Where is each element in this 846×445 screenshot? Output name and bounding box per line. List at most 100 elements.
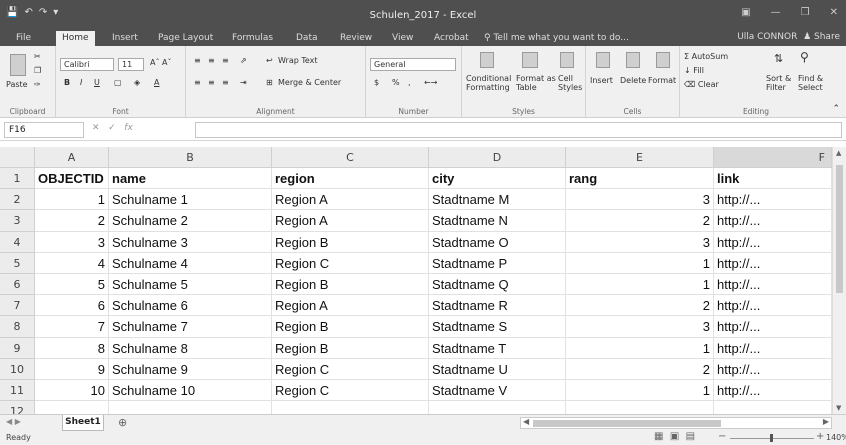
tab-acrobat[interactable]: Acrobat	[428, 31, 475, 46]
table-cell[interactable]: 2	[566, 295, 714, 317]
align-right-icon[interactable]: ≡	[222, 78, 229, 87]
table-cell[interactable]: Stadtname S	[429, 316, 566, 338]
zoom-out-icon[interactable]: −	[718, 431, 726, 442]
align-center-icon[interactable]: ≡	[208, 78, 215, 87]
table-cell[interactable]: 3	[566, 316, 714, 338]
merge-icon[interactable]: ⊞	[266, 78, 273, 87]
hscroll-thumb[interactable]	[533, 420, 721, 427]
insert-button[interactable]: Insert	[590, 76, 613, 85]
cut-icon[interactable]: ✂	[34, 52, 41, 61]
table-cell[interactable]: 1	[566, 337, 714, 359]
table-cell[interactable]: Region B	[272, 274, 429, 296]
tab-file[interactable]: File	[10, 31, 37, 46]
maximize-icon[interactable]: ❐	[801, 7, 810, 18]
table-cell[interactable]: 4	[35, 252, 109, 274]
table-cell[interactable]: Stadtname T	[429, 337, 566, 359]
table-cell[interactable]: http://...	[714, 210, 832, 232]
table-cell[interactable]: Schulname 8	[109, 337, 272, 359]
tab-insert[interactable]: Insert	[106, 31, 144, 46]
name-box[interactable]: F16	[4, 122, 84, 138]
table-cell[interactable]: Stadtname N	[429, 210, 566, 232]
grow-font-icon[interactable]: Aˆ Aˇ	[150, 58, 172, 67]
table-cell[interactable]: 6	[35, 295, 109, 317]
comma-button[interactable]: ,	[408, 78, 411, 87]
tab-review[interactable]: Review	[334, 31, 378, 46]
table-cell[interactable]: Stadtname V	[429, 380, 566, 402]
row-header[interactable]: 3	[0, 210, 35, 232]
font-color-icon[interactable]: A	[154, 78, 159, 87]
align-left-icon[interactable]: ≡	[194, 78, 201, 87]
formula-input[interactable]	[195, 122, 842, 138]
function-icon[interactable]: fx	[124, 123, 133, 133]
align-bottom-icon[interactable]: ≡	[222, 56, 229, 65]
row-header[interactable]: 11	[0, 380, 35, 402]
table-cell[interactable]: 3	[566, 231, 714, 253]
header-cell[interactable]: city	[429, 168, 566, 190]
insert-cells-icon[interactable]	[596, 52, 610, 68]
tab-page-layout[interactable]: Page Layout	[152, 31, 219, 46]
column-header-a[interactable]: A	[35, 147, 109, 168]
format-painter-icon[interactable]: ✑	[34, 80, 41, 89]
paste-icon[interactable]	[10, 54, 26, 76]
align-middle-icon[interactable]: ≡	[208, 56, 215, 65]
table-cell[interactable]: http://...	[714, 295, 832, 317]
close-icon[interactable]: ✕	[830, 7, 838, 18]
tab-home[interactable]: Home	[56, 31, 95, 46]
column-header-c[interactable]: C	[272, 147, 429, 168]
delete-button[interactable]: Delete	[620, 76, 646, 85]
sheet-nav-icon[interactable]: ◀ ▶	[6, 417, 21, 426]
cell-styles-icon[interactable]	[560, 52, 574, 68]
zoom-slider-thumb[interactable]	[770, 434, 773, 442]
table-cell[interactable]: http://...	[714, 380, 832, 402]
header-cell[interactable]: name	[109, 168, 272, 190]
table-cell[interactable]: 3	[35, 231, 109, 253]
table-cell[interactable]: Schulname 3	[109, 231, 272, 253]
ribbon-display-icon[interactable]: ▣	[741, 7, 750, 18]
table-cell[interactable]: Schulname 2	[109, 210, 272, 232]
find-select-button[interactable]: Find & Select	[798, 74, 823, 92]
table-cell[interactable]: 9	[35, 358, 109, 380]
header-cell[interactable]: OBJECTID	[35, 168, 109, 190]
scroll-thumb[interactable]	[836, 165, 843, 293]
minimize-icon[interactable]: —	[771, 7, 781, 18]
table-cell[interactable]: Stadtname U	[429, 358, 566, 380]
table-cell[interactable]: Region B	[272, 231, 429, 253]
cell-styles-button[interactable]: Cell Styles	[558, 74, 582, 92]
zoom-level[interactable]: 140%	[826, 433, 846, 442]
tab-formulas[interactable]: Formulas	[226, 31, 279, 46]
column-header-b[interactable]: B	[109, 147, 272, 168]
collapse-ribbon-icon[interactable]: ⌃	[832, 104, 840, 114]
table-cell[interactable]: http://...	[714, 337, 832, 359]
table-cell[interactable]: 7	[35, 316, 109, 338]
table-cell[interactable]: http://...	[714, 252, 832, 274]
row-header[interactable]: 10	[0, 358, 35, 380]
font-size-select[interactable]: 11	[118, 58, 144, 71]
table-cell[interactable]: Region B	[272, 337, 429, 359]
tab-data[interactable]: Data	[290, 31, 324, 46]
column-header-f[interactable]: F	[714, 147, 832, 168]
table-cell[interactable]: 1	[566, 380, 714, 402]
table-cell[interactable]: Region C	[272, 380, 429, 402]
currency-button[interactable]: $	[374, 78, 379, 87]
table-cell[interactable]: http://...	[714, 358, 832, 380]
table-cell[interactable]: Stadtname R	[429, 295, 566, 317]
table-cell[interactable]: Stadtname Q	[429, 274, 566, 296]
row-header[interactable]: 8	[0, 316, 35, 338]
format-button[interactable]: Format	[648, 76, 676, 85]
vertical-scrollbar[interactable]: ▲ ▼	[832, 147, 846, 414]
number-format-select[interactable]: General	[370, 58, 456, 71]
enter-icon[interactable]: ✓	[108, 123, 116, 133]
table-cell[interactable]: http://...	[714, 316, 832, 338]
header-cell[interactable]: link	[714, 168, 832, 190]
decimal-icon[interactable]: ←→	[424, 78, 437, 87]
fill-button[interactable]: ↓ Fill	[684, 66, 704, 75]
row-header[interactable]: 5	[0, 252, 35, 274]
table-cell[interactable]: Schulname 10	[109, 380, 272, 402]
bold-button[interactable]: B	[64, 78, 70, 87]
table-cell[interactable]: 2	[35, 210, 109, 232]
table-cell[interactable]: 8	[35, 337, 109, 359]
table-cell[interactable]: Region C	[272, 358, 429, 380]
wrap-text-icon[interactable]: ↩	[266, 56, 273, 65]
table-cell[interactable]: Schulname 9	[109, 358, 272, 380]
table-cell[interactable]: 2	[566, 358, 714, 380]
